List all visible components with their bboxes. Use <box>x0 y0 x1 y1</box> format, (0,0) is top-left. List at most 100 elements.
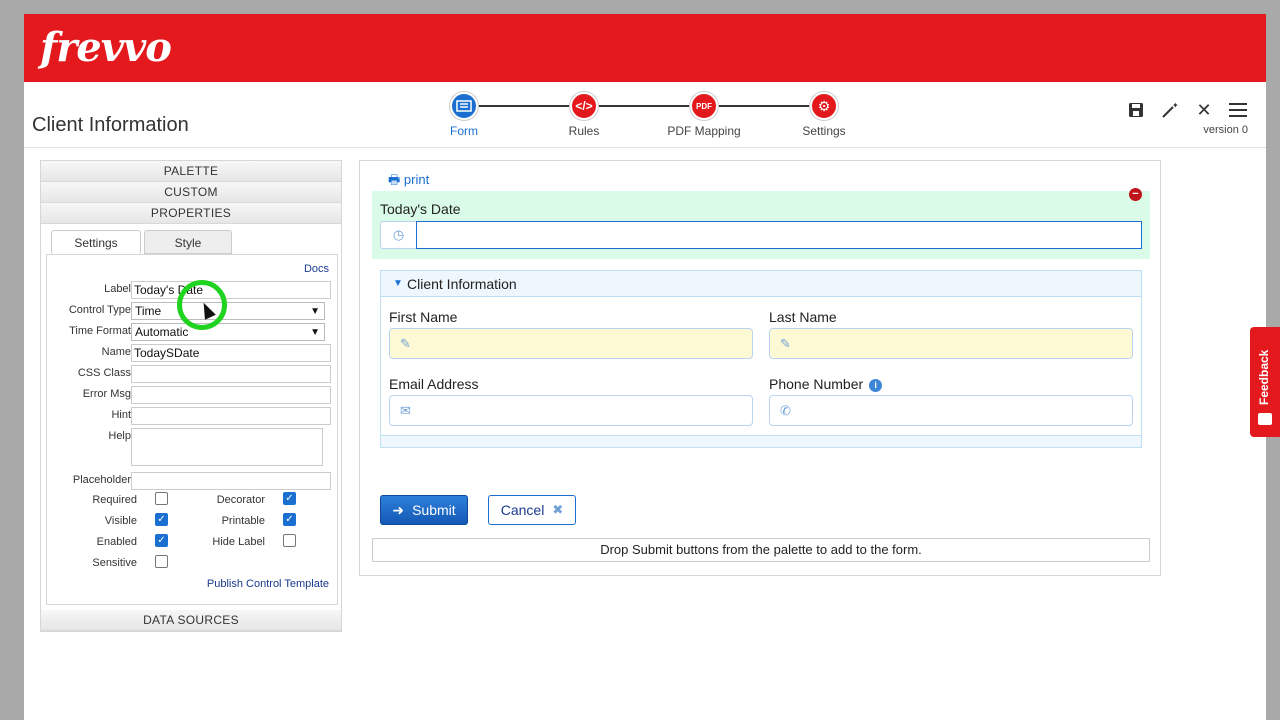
accordion-palette[interactable]: PALETTE <box>41 161 341 182</box>
chat-icon <box>1258 413 1272 425</box>
prop-label: Control Type <box>68 304 131 316</box>
decorator-checkbox[interactable]: ✓ <box>283 492 296 505</box>
todays-date-label: Today's Date <box>380 201 461 217</box>
magic-wand-icon[interactable]: ✦ <box>1160 100 1180 120</box>
todays-date-input[interactable] <box>416 221 1142 249</box>
error-msg-input[interactable] <box>131 386 331 404</box>
step-rules[interactable]: </> Rules <box>539 92 629 138</box>
control-type-select[interactable]: Time ▼ <box>131 302 325 320</box>
css-class-input[interactable] <box>131 365 331 383</box>
select-value: Time <box>135 304 162 318</box>
required-label: Required <box>92 494 137 506</box>
hide-label-label: Hide Label <box>212 536 265 548</box>
page-title: Client Information <box>32 114 189 136</box>
printable-label: Printable <box>221 515 265 527</box>
steps-connector <box>464 105 826 107</box>
sensitive-label: Sensitive <box>92 557 137 569</box>
check-row: Enabled ✓ Hide Label <box>47 533 337 551</box>
printer-icon: 🖶 <box>388 172 401 187</box>
print-label: print <box>403 172 430 187</box>
gear-icon: ⚙ <box>810 92 838 120</box>
required-checkbox[interactable] <box>155 492 168 505</box>
section-title: Client Information <box>407 276 517 292</box>
feedback-tab[interactable]: Feedback <box>1250 327 1280 437</box>
prop-hint-row: Hint <box>47 407 337 425</box>
prop-error-msg-row: Error Msg <box>47 386 337 404</box>
submit-label: Submit <box>412 502 456 518</box>
step-label: PDF Mapping <box>667 124 741 138</box>
label-input[interactable]: Today's Date <box>131 281 331 299</box>
hint-input[interactable] <box>131 407 331 425</box>
sensitive-checkbox[interactable] <box>155 555 168 568</box>
submit-button[interactable]: ➜ Submit <box>380 495 468 525</box>
printable-checkbox[interactable]: ✓ <box>283 513 296 526</box>
pdf-icon: PDF <box>690 92 718 120</box>
cancel-button[interactable]: Cancel ✖ <box>488 495 576 525</box>
step-pdf-mapping[interactable]: PDF PDF Mapping <box>659 92 749 138</box>
remove-icon[interactable]: − <box>1129 188 1142 201</box>
check-row: Visible ✓ Printable ✓ <box>47 512 337 530</box>
client-information-section: ▼ Client Information First Name ✎ Last N… <box>380 270 1142 448</box>
todays-date-control[interactable]: − Today's Date ◷ <box>372 188 1150 259</box>
select-value: Automatic <box>135 325 189 339</box>
check-row: Sensitive <box>47 554 337 572</box>
prop-name-row: Name TodaySDate <box>47 344 337 362</box>
prop-css-class-row: CSS Class <box>47 365 337 383</box>
name-input[interactable]: TodaySDate <box>131 344 331 362</box>
email-label: Email Address <box>389 376 479 392</box>
tab-settings[interactable]: Settings <box>51 230 141 254</box>
app-window: frevvo Client Information Form </> Rules… <box>24 14 1266 720</box>
step-form[interactable]: Form <box>419 92 509 138</box>
cancel-label: Cancel <box>500 502 545 518</box>
email-input[interactable]: ✉ <box>389 395 753 426</box>
frevvo-logo: frevvo <box>40 24 172 71</box>
help-textarea[interactable] <box>131 428 323 466</box>
visible-checkbox[interactable]: ✓ <box>155 513 168 526</box>
time-format-select[interactable]: Automatic ▼ <box>131 323 325 341</box>
visible-label: Visible <box>104 515 137 527</box>
hide-label-checkbox[interactable] <box>283 534 296 547</box>
tab-style[interactable]: Style <box>144 230 232 254</box>
feedback-label: Feedback <box>1257 349 1271 405</box>
placeholder-input[interactable] <box>131 472 331 490</box>
publish-template-link[interactable]: Publish Control Template <box>207 578 329 590</box>
close-icon: ✖ <box>552 502 564 517</box>
accordion-data-sources[interactable]: DATA SOURCES <box>41 610 341 631</box>
svg-text:✦: ✦ <box>1172 101 1179 110</box>
phone-label-text: Phone Number <box>769 376 864 392</box>
accordion-custom[interactable]: CUSTOM <box>41 182 341 203</box>
prop-help-row: Help <box>47 428 337 466</box>
close-icon[interactable]: ✕ <box>1194 100 1214 120</box>
edit-icon: ✎ <box>780 336 791 351</box>
last-name-input[interactable]: ✎ <box>769 328 1133 359</box>
accordion-properties[interactable]: PROPERTIES <box>41 203 341 224</box>
left-panel: PALETTE CUSTOM PROPERTIES Settings Style… <box>40 160 342 632</box>
toolbar: ✦ ✕ <box>1126 100 1248 120</box>
docs-link[interactable]: Docs <box>304 263 329 275</box>
prop-label: Error Msg <box>82 388 131 400</box>
print-link[interactable]: 🖶 print <box>388 171 429 193</box>
info-icon[interactable]: i <box>869 379 883 392</box>
prop-label: Hint <box>111 409 131 421</box>
save-icon[interactable] <box>1126 100 1146 120</box>
prop-label: Time Format <box>69 325 131 337</box>
step-label: Rules <box>568 124 600 138</box>
form-canvas: 🖶 print − Today's Date ◷ ▼ Client Inform… <box>359 160 1161 576</box>
decorator-label: Decorator <box>216 494 265 506</box>
phone-input[interactable]: ✆ <box>769 395 1133 426</box>
chevron-down-icon: ▼ <box>310 327 320 338</box>
first-name-label: First Name <box>389 309 458 325</box>
enabled-checkbox[interactable]: ✓ <box>155 534 168 547</box>
section-header[interactable]: ▼ Client Information <box>381 271 1141 297</box>
prop-label: Help <box>108 430 131 442</box>
last-name-label: Last Name <box>769 309 837 325</box>
step-label: Settings <box>802 124 846 138</box>
menu-icon[interactable] <box>1228 100 1248 120</box>
first-name-input[interactable]: ✎ <box>389 328 753 359</box>
phone-icon: ✆ <box>780 403 791 418</box>
step-settings[interactable]: ⚙ Settings <box>779 92 869 138</box>
prop-label: Name <box>101 346 131 358</box>
form-icon <box>450 92 478 120</box>
enabled-label: Enabled <box>96 536 137 548</box>
section-footer <box>381 435 1141 447</box>
